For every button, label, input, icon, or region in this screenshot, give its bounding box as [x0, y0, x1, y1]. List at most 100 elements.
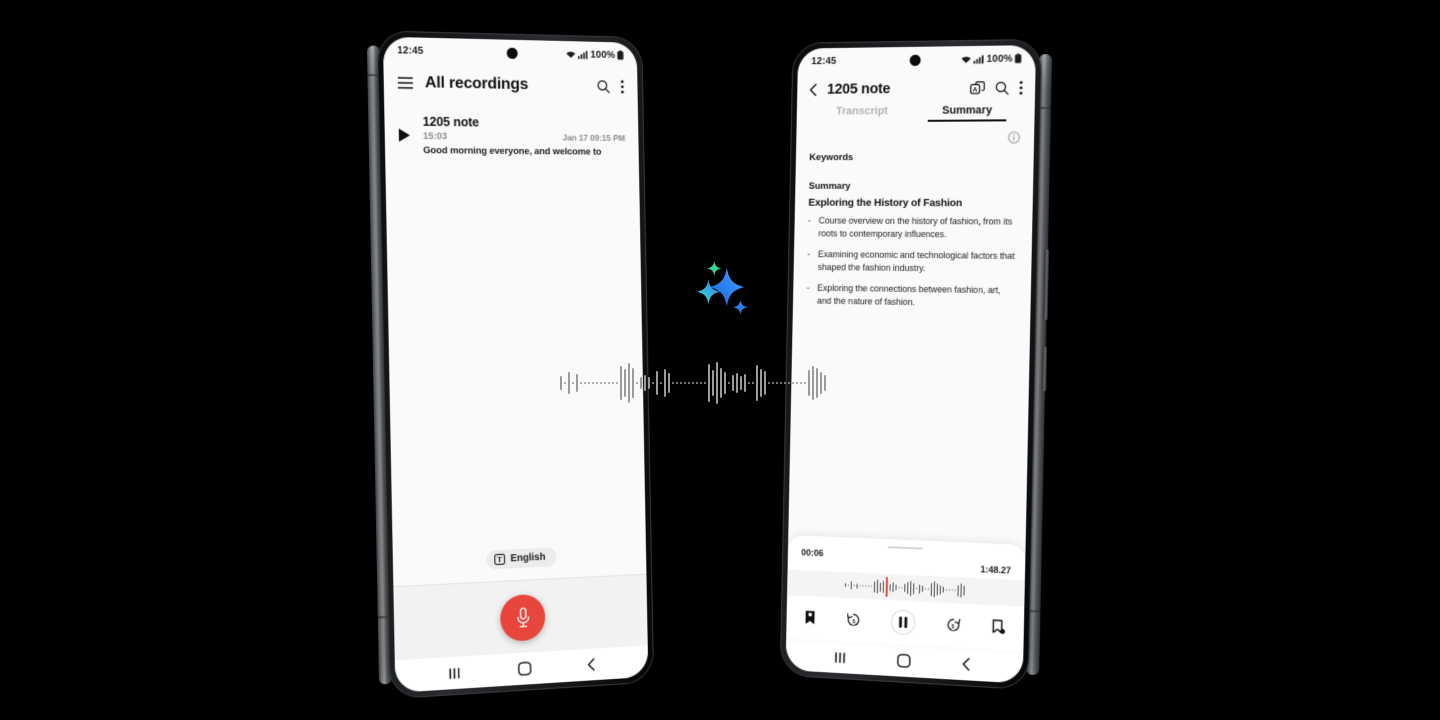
- waveform-dot: [948, 589, 950, 591]
- waveform-bar: [850, 581, 853, 590]
- search-icon[interactable]: [995, 81, 1009, 95]
- right-app-bar: 1205 note A: [797, 71, 1035, 101]
- waveform-bar: [882, 580, 885, 593]
- status-indicators: 100%: [961, 53, 1022, 65]
- waveform-bar: [748, 382, 750, 384]
- waveform-bar: [856, 583, 858, 589]
- waveform-bar: [756, 365, 758, 401]
- waveform-bar: [936, 583, 939, 596]
- waveform-bar: [918, 584, 921, 594]
- left-android-nav-bar: [394, 645, 649, 693]
- waveform-dot: [951, 589, 953, 591]
- waveform-dot: [859, 585, 861, 587]
- promo-scene: 12:45 100% All recordings 1205 note 15:0…: [0, 0, 1440, 720]
- power-button[interactable]: [1041, 346, 1047, 392]
- more-vertical-icon[interactable]: [620, 80, 624, 94]
- home-icon[interactable]: [518, 661, 532, 677]
- recordings-list[interactable]: 1205 note 15:03 Jan 17 09:15 PM Good mor…: [384, 99, 646, 555]
- chevron-left-icon[interactable]: [809, 83, 819, 97]
- left-phone-screen: 12:45 100% All recordings 1205 note 15:0…: [382, 36, 649, 693]
- svg-text:5: 5: [951, 624, 954, 630]
- waveform-dot: [954, 589, 956, 591]
- summary-bullets: - Course overview on the history of fash…: [806, 215, 1018, 311]
- keywords-label: Keywords: [809, 152, 854, 164]
- content-tabs: Transcript Summary: [797, 100, 1035, 127]
- waveform-bar: [907, 581, 909, 595]
- player-current-time: 00:06: [801, 547, 824, 559]
- waveform-dot: [870, 585, 873, 588]
- recording-snippet: Good morning everyone, and welcome to: [423, 145, 602, 158]
- waveform-bar: [892, 582, 895, 593]
- tab-summary[interactable]: Summary: [914, 104, 1021, 126]
- right-phone-screen: 12:45 100% 1205 note A Transcript Summar…: [785, 45, 1037, 684]
- translate-icon[interactable]: A: [970, 81, 985, 96]
- info-circle-icon[interactable]: [1008, 131, 1020, 143]
- summary-body: Keywords Summary Exploring the History o…: [788, 125, 1035, 545]
- waveform-bar: [879, 582, 882, 592]
- waveform-bar: [736, 373, 738, 393]
- waveform-dot: [853, 584, 855, 587]
- waveform-bar: [957, 584, 959, 596]
- waveform-bar: [939, 584, 942, 595]
- svg-text:5: 5: [852, 619, 855, 625]
- waveform-dot: [847, 584, 850, 586]
- hamburger-menu-icon[interactable]: [397, 77, 414, 89]
- wifi-icon: [566, 51, 576, 59]
- summary-heading: Exploring the History of Fashion: [808, 196, 963, 210]
- waveform-bar: [760, 369, 762, 397]
- right-android-nav-bar: [785, 638, 1024, 684]
- status-time: 12:45: [397, 44, 424, 57]
- play-triangle-icon[interactable]: [398, 128, 413, 147]
- pause-button[interactable]: [890, 609, 916, 636]
- waveform-dot: [924, 588, 927, 590]
- language-chip[interactable]: T English: [486, 547, 557, 570]
- tab-active-underline: [927, 119, 1007, 122]
- left-app-bar-actions: [597, 79, 625, 93]
- waveform-bar: [780, 382, 782, 384]
- recents-icon[interactable]: [835, 651, 848, 665]
- page-title: 1205 note: [826, 81, 891, 98]
- tab-transcript[interactable]: Transcript: [810, 105, 914, 127]
- waveform-bar: [933, 581, 936, 598]
- left-app-bar: All recordings: [383, 63, 637, 104]
- page-title: All recordings: [424, 74, 529, 94]
- waveform-bar: [704, 382, 706, 384]
- ai-sparkle-icon: [696, 260, 748, 315]
- waveform-bar: [921, 585, 924, 592]
- microphone-icon: [516, 607, 530, 628]
- rewind-5-icon[interactable]: 5: [846, 612, 861, 628]
- waveform-bar: [708, 364, 710, 402]
- volume-button[interactable]: [1043, 249, 1049, 321]
- waveform-bar: [844, 583, 847, 588]
- search-icon[interactable]: [597, 79, 611, 93]
- waveform-dot: [901, 586, 903, 589]
- bullet-marker: -: [806, 282, 810, 293]
- waveform-dot: [868, 585, 870, 587]
- back-icon[interactable]: [961, 657, 972, 672]
- bookmark-icon[interactable]: [804, 610, 817, 625]
- list-item: - Exploring the connections between fash…: [806, 282, 1017, 311]
- waveform-bar: [873, 580, 876, 592]
- info-row: [810, 131, 1021, 146]
- waveform-bar: [910, 580, 912, 596]
- waveform-bar: [720, 368, 722, 398]
- recents-icon[interactable]: [449, 666, 462, 680]
- home-icon[interactable]: [897, 653, 911, 668]
- more-vertical-icon[interactable]: [1019, 81, 1023, 95]
- waveform-bar: [668, 373, 670, 393]
- forward-5-icon[interactable]: 5: [946, 617, 961, 633]
- record-button[interactable]: [499, 593, 546, 643]
- waveform-bar: [942, 586, 944, 593]
- list-item[interactable]: 1205 note 15:03 Jan 17 09:15 PM Good mor…: [398, 114, 625, 158]
- battery-percent-label: 100%: [590, 49, 616, 61]
- back-icon[interactable]: [586, 657, 597, 671]
- drag-handle[interactable]: [887, 545, 923, 550]
- waveform-bar: [764, 371, 766, 395]
- wifi-icon: [961, 56, 971, 64]
- front-camera-punch-hole: [506, 47, 518, 59]
- audio-player-card: 00:06 1:48.27 5 5: [786, 534, 1026, 652]
- waveform-dot: [862, 585, 864, 587]
- add-bookmark-icon[interactable]: [992, 619, 1006, 635]
- waveform-dot: [927, 588, 930, 590]
- left-phone: 12:45 100% All recordings 1205 note 15:0…: [366, 31, 654, 699]
